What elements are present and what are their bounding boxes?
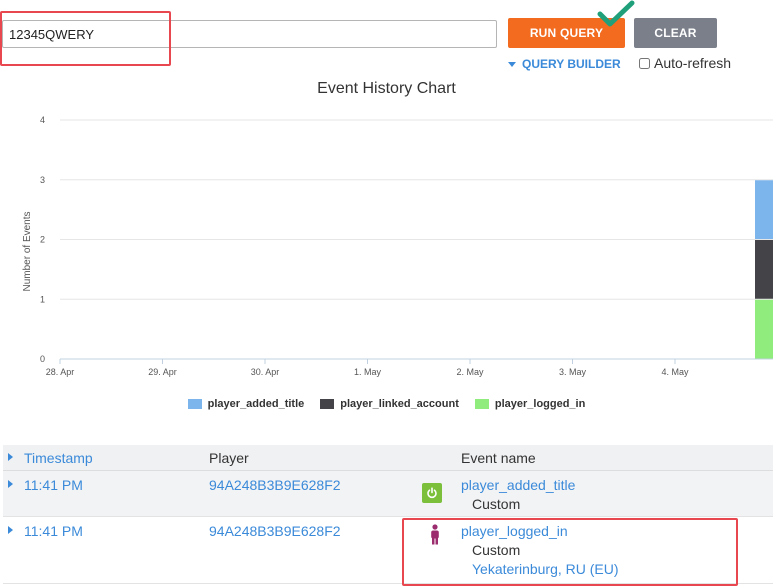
- auto-refresh-label: Auto-refresh: [654, 55, 732, 71]
- bar-segment: [755, 180, 773, 239]
- expand-row-icon[interactable]: [8, 526, 13, 534]
- x-tick-label: 29. Apr: [148, 367, 177, 377]
- y-tick-label: 1: [40, 294, 45, 304]
- x-tick-label: 30. Apr: [251, 367, 280, 377]
- x-tick-label: 1. May: [354, 367, 382, 377]
- bar-segment: [755, 240, 773, 299]
- y-tick-label: 0: [40, 354, 45, 364]
- legend-item[interactable]: player_linked_account: [320, 398, 459, 410]
- row-timestamp[interactable]: 11:41 PM: [24, 523, 83, 539]
- x-tick-label: 28. Apr: [46, 367, 75, 377]
- power-icon: [422, 483, 442, 503]
- legend-swatch: [474, 399, 489, 409]
- row-location[interactable]: Yekaterinburg, RU (EU): [472, 561, 619, 577]
- x-tick-label: 2. May: [456, 367, 484, 377]
- legend-swatch: [320, 399, 335, 409]
- y-tick-label: 3: [40, 175, 45, 185]
- x-tick-label: 4. May: [661, 367, 689, 377]
- legend-label: player_added_title: [207, 398, 305, 410]
- legend-label: player_logged_in: [494, 398, 586, 410]
- chart-title: Event History Chart: [317, 80, 456, 97]
- person-icon: [425, 524, 445, 545]
- chart-legend: player_added_title player_linked_account p…: [0, 398, 773, 410]
- header-timestamp[interactable]: Timestamp: [24, 450, 93, 466]
- y-axis-label: Number of Events: [22, 211, 33, 291]
- caret-down-icon: [508, 61, 516, 67]
- row-event-type: Custom: [472, 542, 521, 558]
- y-tick-label: 2: [40, 235, 45, 245]
- row-event-name[interactable]: player_added_title: [461, 477, 575, 493]
- x-tick-label: 3. May: [559, 367, 587, 377]
- auto-refresh-checkbox[interactable]: [639, 57, 650, 69]
- y-tick-label: 4: [40, 115, 45, 125]
- row-event-name[interactable]: player_logged_in: [461, 523, 568, 539]
- legend-swatch: [187, 399, 202, 409]
- query-builder-toggle[interactable]: QUERY BUILDER: [508, 57, 621, 71]
- expand-row-icon[interactable]: [8, 480, 13, 488]
- legend-item[interactable]: player_added_title: [187, 398, 305, 410]
- row-player[interactable]: 94A248B3B9E628F2: [209, 523, 341, 539]
- table-row[interactable]: 11:41 PM 94A248B3B9E628F2 player_logged_…: [3, 517, 773, 584]
- legend-item[interactable]: player_logged_in: [474, 398, 586, 410]
- bar-segment: [755, 299, 773, 359]
- checkmark-icon: [597, 0, 635, 27]
- row-player[interactable]: 94A248B3B9E628F2: [209, 477, 341, 493]
- legend-label: player_linked_account: [340, 398, 459, 410]
- header-event-name: Event name: [461, 450, 536, 466]
- row-event-type: Custom: [472, 496, 521, 512]
- sort-caret-icon: [8, 453, 13, 461]
- header-player: Player: [209, 450, 249, 466]
- table-row[interactable]: 11:41 PM 94A248B3B9E628F2 player_added_t…: [3, 471, 773, 517]
- row-timestamp[interactable]: 11:41 PM: [24, 477, 83, 493]
- query-input[interactable]: [2, 20, 497, 48]
- clear-button[interactable]: CLEAR: [634, 18, 717, 48]
- table-header: Timestamp Player Event name: [3, 445, 773, 471]
- query-builder-label: QUERY BUILDER: [522, 57, 621, 71]
- event-history-chart: 0 1 2 3 4 Number of Events 28. Apr 29. Apr 30. A…: [22, 115, 773, 377]
- auto-refresh[interactable]: Auto-refresh: [639, 55, 731, 71]
- events-table: Timestamp Player Event name 11:41 PM 94A…: [3, 445, 773, 584]
